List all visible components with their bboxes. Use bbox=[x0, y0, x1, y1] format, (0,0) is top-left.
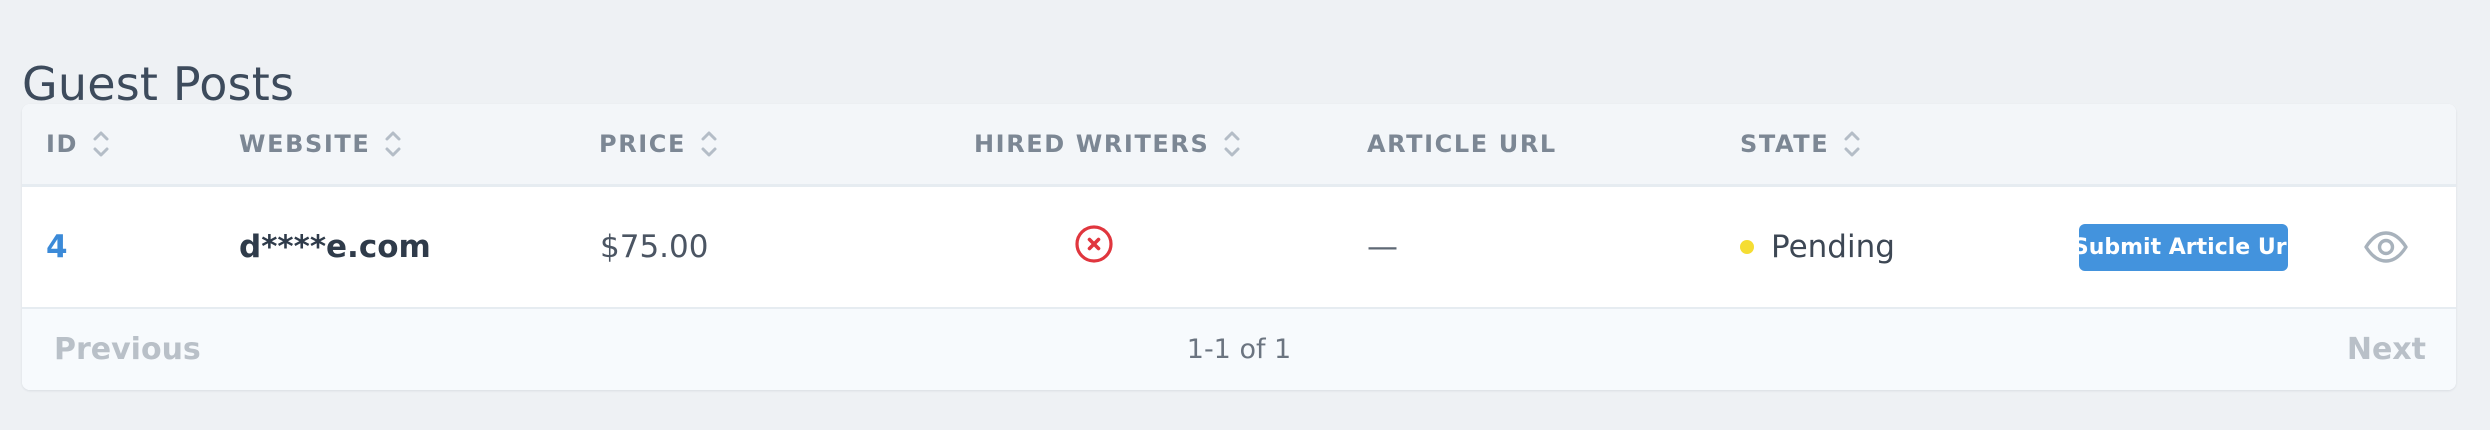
sort-icon[interactable] bbox=[92, 126, 110, 162]
pagination-bar: Previous 1-1 of 1 Next bbox=[22, 309, 2456, 390]
sort-icon[interactable] bbox=[384, 126, 402, 162]
column-header-label: ID bbox=[46, 130, 79, 158]
row-website: d****e.com bbox=[239, 229, 431, 265]
hired-writers-status bbox=[1074, 187, 1114, 307]
column-header-label: HIRED WRITERS bbox=[974, 130, 1210, 158]
table-header: ID WEBSITE PRICE HIRED WRITERS ARTICLE U… bbox=[22, 104, 2456, 187]
submit-article-url-button[interactable]: Submit Article Url bbox=[2073, 224, 2294, 271]
state-label: Pending bbox=[1771, 229, 1895, 265]
column-header-id[interactable]: ID bbox=[46, 104, 110, 184]
column-header-label: STATE bbox=[1740, 130, 1830, 158]
row-price: $75.00 bbox=[600, 229, 709, 265]
sort-icon[interactable] bbox=[700, 126, 718, 162]
column-header-website[interactable]: WEBSITE bbox=[239, 104, 402, 184]
column-header-label: PRICE bbox=[599, 130, 687, 158]
next-page-button[interactable]: Next bbox=[2347, 309, 2426, 390]
column-header-article-url: ARTICLE URL bbox=[1367, 104, 1557, 184]
eye-icon[interactable] bbox=[2364, 231, 2408, 263]
row-article-url: — bbox=[1367, 229, 1398, 265]
column-header-state[interactable]: STATE bbox=[1740, 104, 1861, 184]
row-state: Pending bbox=[1740, 187, 1895, 307]
pagination-info: 1-1 of 1 bbox=[1186, 334, 1292, 365]
guest-posts-table: ID WEBSITE PRICE HIRED WRITERS ARTICLE U… bbox=[22, 104, 2456, 390]
column-header-hired-writers[interactable]: HIRED WRITERS bbox=[974, 104, 1241, 184]
table-row: 4 d****e.com $75.00 — Pending Submit Art… bbox=[22, 187, 2456, 309]
state-indicator-dot bbox=[1740, 240, 1754, 254]
row-id-link[interactable]: 4 bbox=[46, 187, 68, 307]
x-circle-icon bbox=[1074, 225, 1114, 264]
sort-icon[interactable] bbox=[1843, 126, 1861, 162]
sort-icon[interactable] bbox=[1223, 126, 1241, 162]
column-header-label: ARTICLE URL bbox=[1367, 130, 1557, 158]
column-header-label: WEBSITE bbox=[239, 130, 371, 158]
column-header-price[interactable]: PRICE bbox=[599, 104, 718, 184]
